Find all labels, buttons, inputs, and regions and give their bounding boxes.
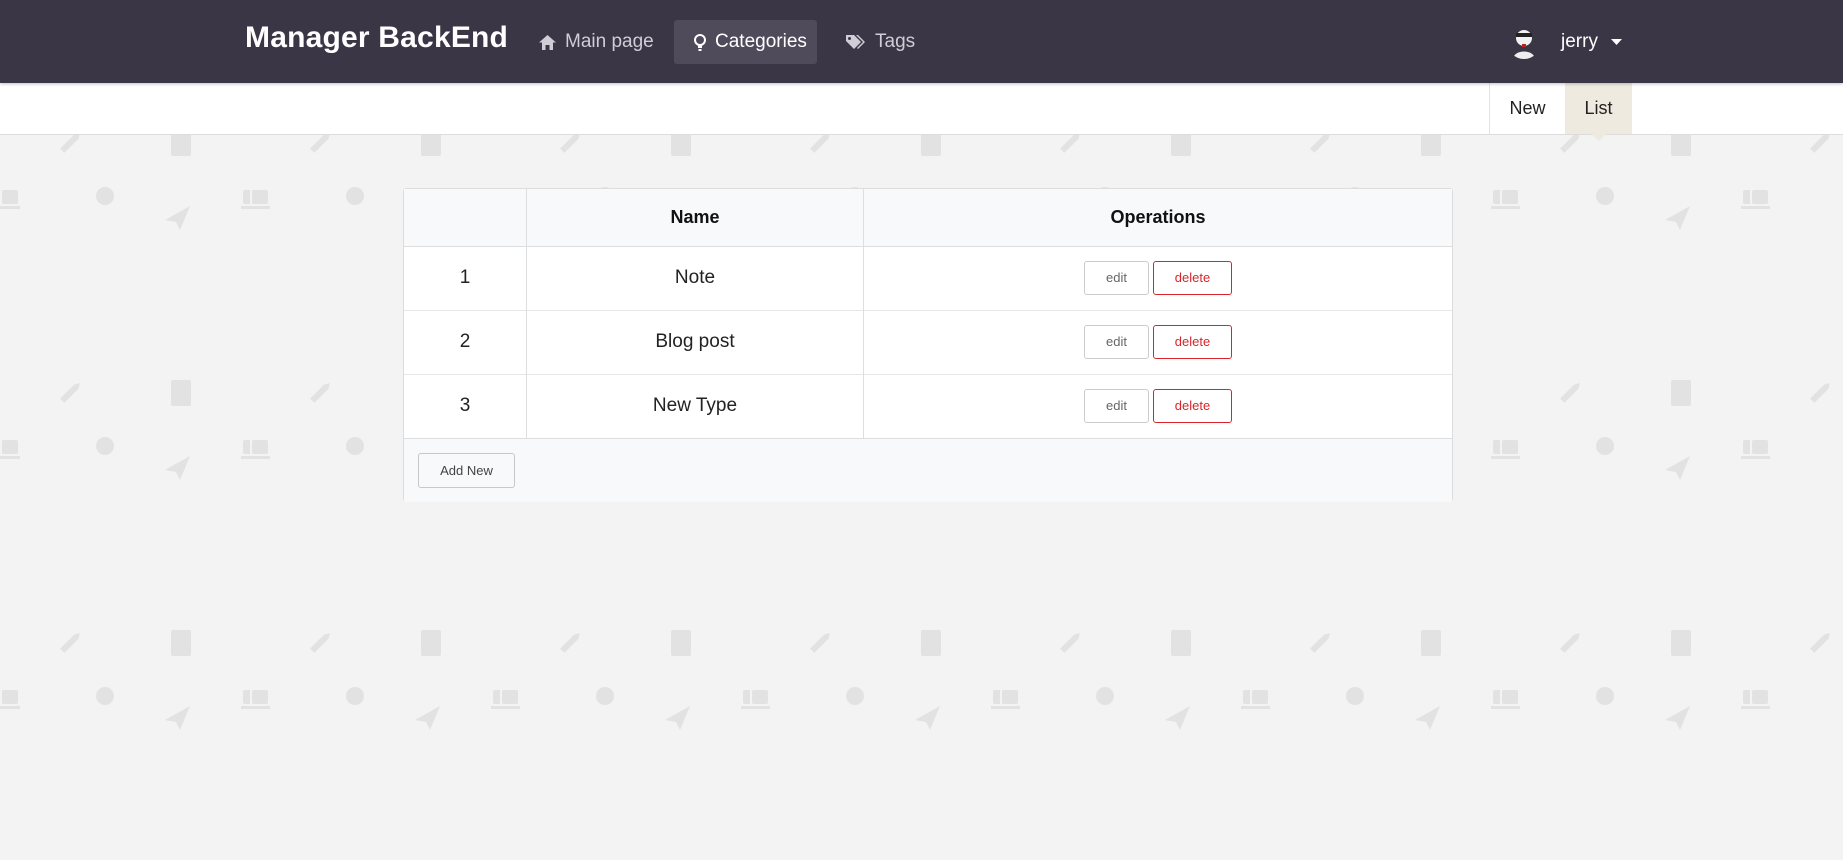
edit-button[interactable]: edit [1084,389,1149,423]
categories-table: Name Operations 1 Note edit delete 2 Blog… [404,189,1452,439]
lightbulb-icon [694,33,706,51]
header-operations: Operations [1110,206,1206,227]
row-name: Note [526,246,864,310]
top-navbar: Manager BackEnd Main page Categories Tag… [0,0,1843,83]
categories-panel: Name Operations 1 Note edit delete 2 Blog… [403,188,1453,502]
nav-categories-label: Categories [715,31,807,52]
table-row: 1 Note edit delete [404,246,1452,310]
nav-categories[interactable]: Categories [674,20,817,64]
row-name: Blog post [526,310,864,374]
tab-new[interactable]: New [1489,83,1565,134]
row-operations: edit delete [864,374,1453,438]
user-name: jerry [1561,31,1598,52]
nav-main-page-label: Main page [565,31,654,52]
home-icon [539,34,556,50]
add-new-button[interactable]: Add New [418,452,515,488]
user-menu[interactable]: jerry [1507,24,1622,60]
table-row: 2 Blog post edit delete [404,310,1452,374]
edit-button[interactable]: edit [1084,261,1149,295]
row-index: 3 [404,374,527,438]
row-name: New Type [526,374,864,438]
row-index: 1 [404,246,527,310]
delete-button[interactable]: delete [1153,325,1232,359]
delete-button[interactable]: delete [1153,261,1232,295]
table-row: 3 New Type edit delete [404,374,1452,438]
nav-tags-label: Tags [875,31,916,52]
sub-navbar: New List [0,83,1843,141]
row-operations: edit delete [864,246,1453,310]
header-name: Name [526,189,864,246]
chevron-down-icon [1610,38,1622,46]
table-header-row: Name Operations [404,189,1452,246]
edit-button[interactable]: edit [1084,325,1149,359]
row-index: 2 [404,310,527,374]
nav-tags[interactable]: Tags [846,20,915,64]
header-index [404,189,527,246]
delete-button[interactable]: delete [1153,389,1232,423]
nav-main-page[interactable]: Main page [539,20,654,64]
tab-list[interactable]: List [1565,83,1632,141]
avatar [1507,25,1541,59]
brand-title[interactable]: Manager BackEnd [245,21,508,55]
row-operations: edit delete [864,310,1453,374]
panel-footer: Add New [404,438,1452,502]
tags-icon [846,34,866,50]
